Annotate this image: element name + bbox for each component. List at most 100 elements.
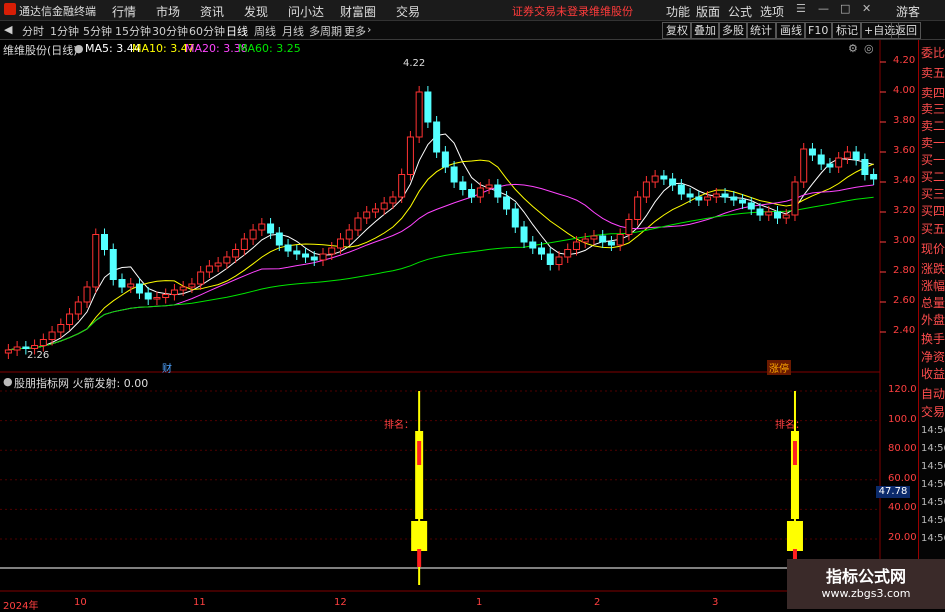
trade-time: 14:56 [921,443,945,454]
notice-stock[interactable]: 维维股份 [589,3,633,19]
period-tab-60min[interactable]: 60分钟 [189,23,225,39]
candle-body [721,193,729,198]
signal-flame [417,549,422,567]
trade-time: 14:56 [921,497,945,508]
menu-options[interactable]: 选项 [760,3,784,20]
f10-button[interactable]: F10 [804,22,833,39]
watermark-title: 指标公式网 [825,567,906,586]
sidebar-tab-auto[interactable]: 自动 [921,385,945,402]
sidebar-item[interactable]: 卖四 [921,84,945,101]
finance-marker[interactable]: 财 [162,360,172,375]
maximize-icon[interactable]: □ [840,2,850,15]
candle-body [450,166,458,183]
menu-market[interactable]: 市场 [156,3,180,20]
menu-news[interactable]: 资讯 [200,3,224,20]
menu-wenxiaoda[interactable]: 问小达 [288,3,324,20]
sidebar-item[interactable]: 总量 [921,294,945,311]
period-tab-daily[interactable]: 日线 [226,23,248,39]
overlay-button[interactable]: 叠加 [690,22,720,39]
candle-body [319,253,327,261]
sidebar-item[interactable]: 买五 [921,220,945,237]
sidebar-item[interactable]: 买三 [921,185,945,202]
menu-function[interactable]: 功能 [666,3,690,20]
candle-body [345,229,353,240]
candle-body [57,324,65,333]
mark-button[interactable]: 标记 [832,22,862,39]
scroll-left-icon[interactable]: ◀ [4,23,12,36]
period-tab-multi[interactable]: 多周期 [309,23,342,39]
watermark-url: www.zbgs3.com [821,587,911,600]
multi-stock-button[interactable]: 多股 [718,22,748,39]
minimize-icon[interactable]: — [818,2,829,15]
candle-body [162,294,170,298]
sidebar-item[interactable]: 卖一 [921,134,945,151]
menu-wealth[interactable]: 财富圈 [340,3,376,20]
candle-body [756,208,764,216]
limit-up-marker[interactable]: 涨停 [767,360,791,375]
indicator-tick-label: 20.00 [888,532,917,543]
sidebar-item[interactable]: 换手 [921,330,945,347]
menu-trade[interactable]: 交易 [396,3,420,20]
user-label[interactable]: 游客 [896,3,920,20]
app-title: 通达信金融终端 [19,5,96,18]
menu-formula[interactable]: 公式 [728,3,752,20]
indicator-tick-label: 120.0 [888,384,917,395]
period-tab-30min[interactable]: 30分钟 [152,23,188,39]
login-notice[interactable]: 证券交易未登录 [512,3,589,19]
sidebar-item[interactable]: 委比 [921,44,945,61]
menu-discover[interactable]: 发现 [244,3,268,20]
candle-body [459,181,467,190]
period-tab-more[interactable]: 更多 [344,23,366,39]
candle-body [686,193,694,198]
price-tick-label: 2.40 [893,325,916,336]
menu-layout[interactable]: 版面 [696,3,720,20]
rank-label-2: 排名： [775,420,805,431]
trade-time: 14:56 [921,425,945,436]
sidebar-item[interactable]: 买四 [921,202,945,219]
signal-base [786,521,803,551]
period-tab-1min[interactable]: 1分钟 [50,23,79,39]
sidebar-item[interactable]: 涨幅 [921,277,945,294]
sidebar-item[interactable]: 收益 [921,365,945,382]
stats-button[interactable]: 统计 [746,22,776,39]
settings-icon[interactable]: ☰ [796,2,806,15]
sidebar-item[interactable]: 现价 [921,240,945,257]
period-tab-5min[interactable]: 5分钟 [83,23,112,39]
price-tick-label: 4.20 [893,55,916,66]
period-tab-monthly[interactable]: 月线 [282,23,304,39]
candle-body [843,151,851,159]
sidebar-item[interactable]: 外盘 [921,311,945,328]
sidebar-item[interactable]: 买一 [921,151,945,168]
candle-body [144,292,152,300]
sidebar-item[interactable]: 卖二 [921,117,945,134]
period-tab-weekly[interactable]: 周线 [254,23,276,39]
kline-chart[interactable] [0,40,918,609]
candle-body [232,249,240,258]
sidebar-item[interactable]: 涨跌 [921,260,945,277]
sidebar-item[interactable]: 卖五 [921,64,945,81]
draw-button[interactable]: 画线 [776,22,806,39]
sidebar-tab-trade[interactable]: 交易 [921,403,945,420]
indicator-dot-icon[interactable]: ● [3,375,13,388]
signal-flame [792,441,797,465]
sidebar-item[interactable]: 净资 [921,348,945,365]
signal-flame [417,441,422,465]
back-button[interactable]: 返回 [891,22,921,39]
candle-body [92,234,100,288]
sidebar-item[interactable]: 卖三 [921,100,945,117]
candle-body [826,163,834,168]
adjust-button[interactable]: 复权 [662,22,692,39]
chevron-right-icon[interactable]: › [367,23,371,36]
menu-quotes[interactable]: 行情 [112,3,136,20]
sidebar-item[interactable]: 买二 [921,168,945,185]
period-tab-intraday[interactable]: 分时 [22,23,44,39]
indicator-tick-label: 40.00 [888,502,917,514]
candle-body [118,279,126,288]
candle-body [415,91,423,138]
close-icon[interactable]: ✕ [862,2,871,15]
candle-body [240,238,248,250]
candle-body [511,208,519,228]
period-tab-15min[interactable]: 15分钟 [115,23,151,39]
candle-body [284,244,292,252]
candle-body [48,331,56,340]
